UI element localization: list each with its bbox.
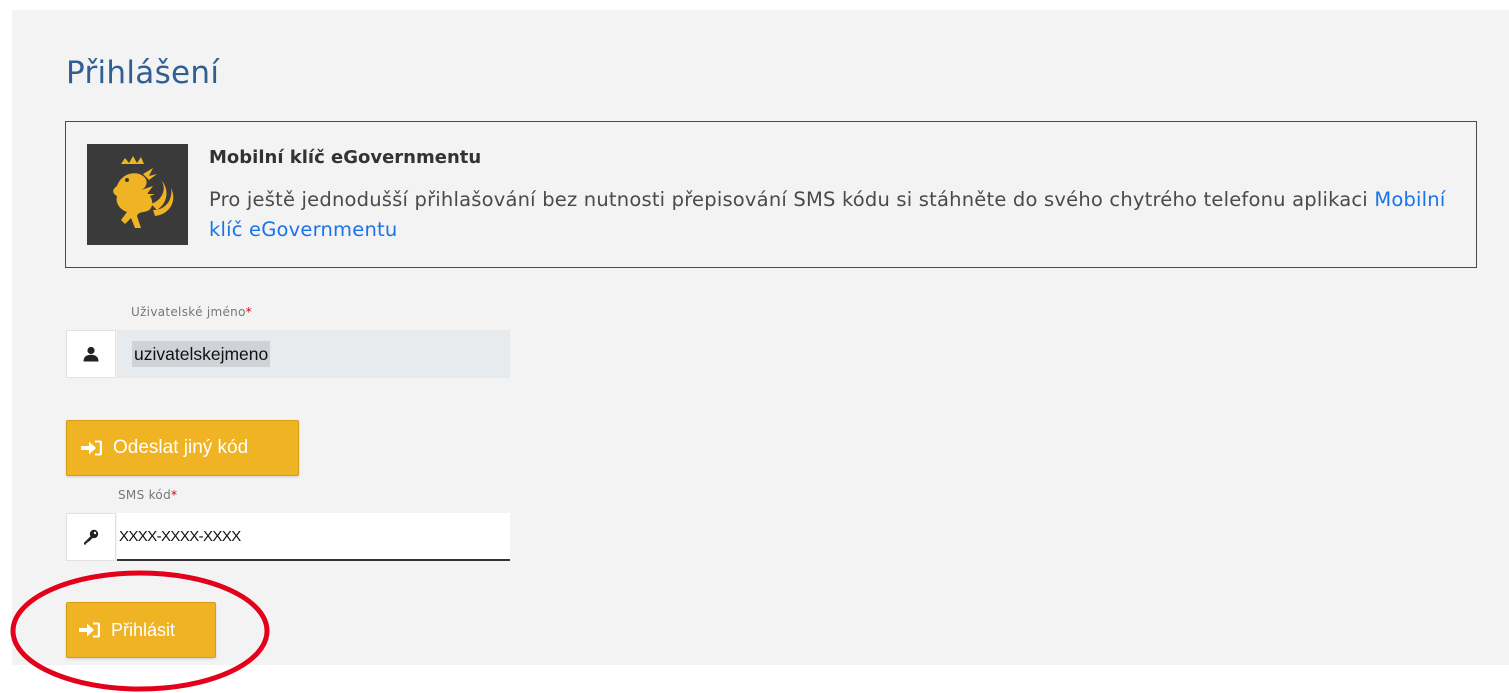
mobile-key-info-box: Mobilní klíč eGovernmentu Pro ještě jedn… (65, 121, 1477, 268)
sign-in-icon (79, 622, 100, 638)
resend-code-label: Odeslat jiný kód (113, 437, 249, 458)
sms-input-group (66, 513, 510, 561)
login-label: Přihlásit (111, 619, 176, 640)
username-required-mark: * (245, 305, 253, 319)
username-value: uzivatelskejmeno (132, 341, 271, 367)
info-text-body: Pro ještě jednodušší přihlašování bez nu… (209, 188, 1375, 211)
user-icon (66, 330, 116, 378)
sign-in-icon (81, 440, 102, 456)
key-icon (66, 513, 116, 561)
username-input-group: uzivatelskejmeno (66, 330, 510, 378)
czech-lion-coat-of-arms-icon (87, 144, 188, 245)
username-label: Uživatelské jméno* (131, 305, 252, 319)
sms-label-text: SMS kód (118, 488, 171, 502)
info-text: Pro ještě jednodušší přihlašování bez nu… (209, 185, 1459, 245)
username-label-text: Uživatelské jméno (131, 305, 246, 319)
login-button[interactable]: Přihlásit (66, 602, 216, 658)
info-title: Mobilní klíč eGovernmentu (209, 147, 482, 168)
page-title: Přihlášení (66, 55, 220, 91)
resend-code-button[interactable]: Odeslat jiný kód (66, 420, 299, 476)
sms-label: SMS kód* (118, 488, 177, 502)
sms-code-input[interactable] (117, 513, 510, 561)
sms-required-mark: * (170, 488, 178, 502)
